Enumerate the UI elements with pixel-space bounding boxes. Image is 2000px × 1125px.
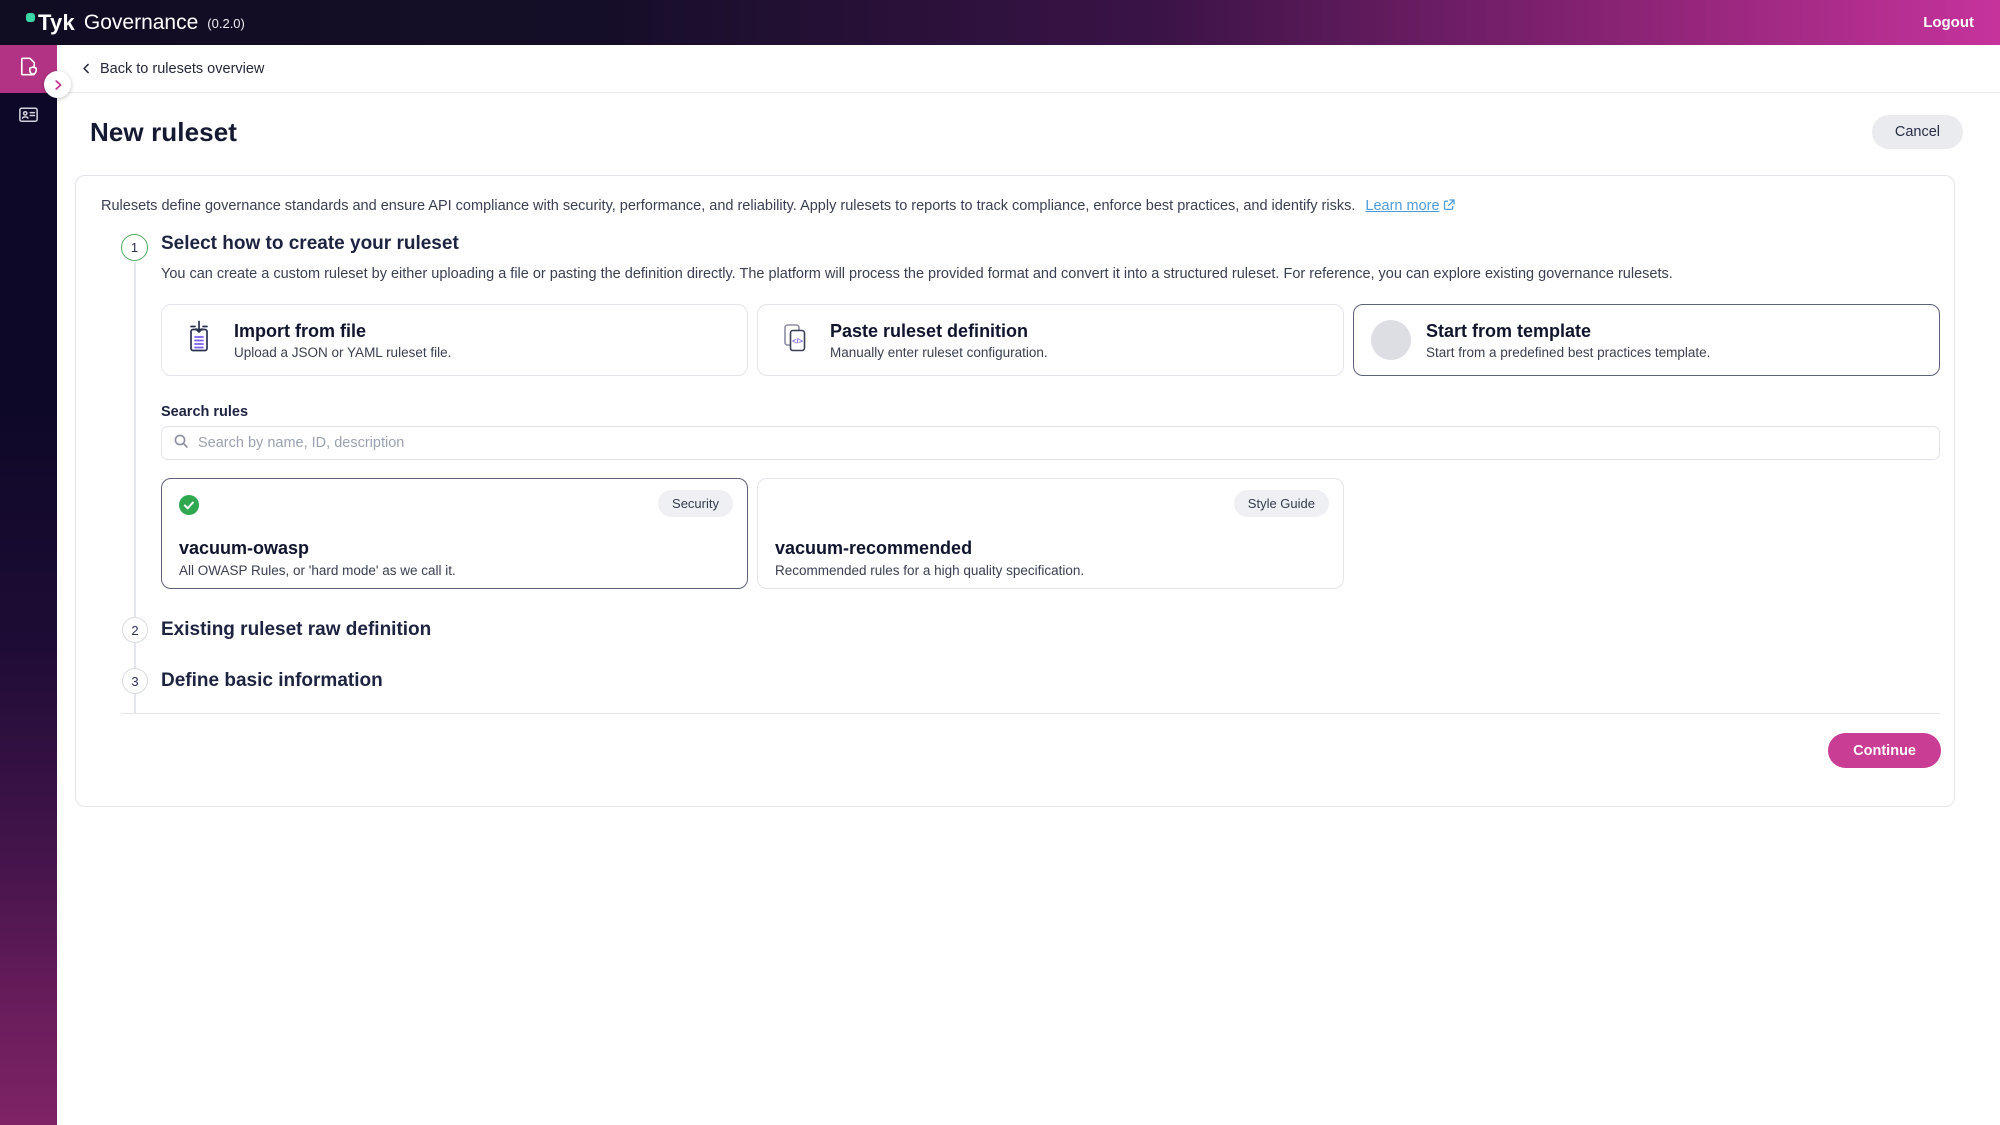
cancel-button[interactable]: Cancel bbox=[1872, 115, 1963, 149]
option-title: Import from file bbox=[234, 320, 451, 343]
main-content: Back to rulesets overview New ruleset Ca… bbox=[57, 45, 2000, 1125]
category-badge: Security bbox=[658, 490, 733, 517]
search-box bbox=[161, 426, 1940, 460]
intro-description: Rulesets define governance standards and… bbox=[101, 198, 1355, 214]
option-description: Manually enter ruleset configuration. bbox=[830, 345, 1048, 360]
continue-button[interactable]: Continue bbox=[1828, 733, 1941, 768]
id-card-icon bbox=[17, 103, 40, 131]
step-3-number: 3 bbox=[131, 674, 138, 689]
intro-text: Rulesets define governance standards and… bbox=[101, 198, 1455, 215]
code-document-icon: </> bbox=[775, 318, 815, 363]
back-to-rulesets-link[interactable]: Back to rulesets overview bbox=[80, 61, 264, 77]
step-3-title: Define basic information bbox=[161, 670, 383, 692]
option-title: Paste ruleset definition bbox=[830, 320, 1048, 343]
search-rules-label: Search rules bbox=[161, 404, 248, 420]
sidebar-expand-button[interactable] bbox=[44, 71, 71, 98]
category-badge: Style Guide bbox=[1234, 490, 1329, 517]
chevron-left-icon bbox=[80, 62, 93, 75]
check-circle-icon bbox=[178, 494, 200, 521]
logout-button[interactable]: Logout bbox=[1923, 14, 1974, 31]
page-header: New ruleset Cancel bbox=[57, 93, 2000, 149]
page-title: New ruleset bbox=[90, 117, 237, 148]
template-name: vacuum-recommended bbox=[775, 538, 972, 559]
top-bar: Tyk Governance (0.2.0) Logout bbox=[0, 0, 2000, 45]
template-description: All OWASP Rules, or 'hard mode' as we ca… bbox=[179, 563, 456, 578]
step-1-description: You can create a custom ruleset by eithe… bbox=[161, 266, 1673, 282]
step-2-indicator: 2 bbox=[122, 617, 148, 643]
option-import-from-file[interactable]: Import from file Upload a JSON or YAML r… bbox=[161, 304, 748, 376]
template-card-row: Security vacuum-owasp All OWASP Rules, o… bbox=[161, 478, 1940, 589]
search-icon bbox=[173, 433, 189, 454]
create-option-row: Import from file Upload a JSON or YAML r… bbox=[161, 304, 1940, 376]
document-shield-icon bbox=[17, 55, 40, 83]
step-1-number: 1 bbox=[131, 240, 138, 255]
back-link-label: Back to rulesets overview bbox=[100, 61, 264, 77]
step-2-title: Existing ruleset raw definition bbox=[161, 619, 431, 641]
template-name: vacuum-owasp bbox=[179, 538, 309, 559]
tyk-logo: Tyk Governance (0.2.0) bbox=[26, 10, 245, 36]
option-description: Start from a predefined best practices t… bbox=[1426, 345, 1710, 360]
template-circle-icon bbox=[1371, 320, 1411, 360]
step-3-indicator: 3 bbox=[122, 668, 148, 694]
svg-text:</>: </> bbox=[792, 336, 803, 345]
template-card-vacuum-owasp[interactable]: Security vacuum-owasp All OWASP Rules, o… bbox=[161, 478, 748, 589]
file-import-icon bbox=[179, 318, 219, 363]
step-1-title: Select how to create your ruleset bbox=[161, 233, 459, 255]
step-2-number: 2 bbox=[131, 623, 138, 638]
step-1-indicator: 1 bbox=[121, 234, 148, 261]
option-description: Upload a JSON or YAML ruleset file. bbox=[234, 345, 451, 360]
search-rules-input[interactable] bbox=[198, 435, 1928, 451]
brand-name: Tyk bbox=[38, 10, 75, 36]
new-ruleset-card: Rulesets define governance standards and… bbox=[75, 175, 1955, 807]
template-card-vacuum-recommended[interactable]: Style Guide vacuum-recommended Recommend… bbox=[757, 478, 1344, 589]
sidebar-item-reports[interactable] bbox=[0, 93, 57, 141]
tyk-logo-dot-icon bbox=[26, 13, 35, 22]
external-link-icon bbox=[1443, 199, 1455, 215]
back-bar: Back to rulesets overview bbox=[57, 45, 2000, 93]
version-label: (0.2.0) bbox=[207, 16, 245, 31]
step-connector-line bbox=[134, 262, 136, 713]
product-name: Governance bbox=[84, 11, 198, 35]
option-start-from-template[interactable]: Start from template Start from a predefi… bbox=[1353, 304, 1940, 376]
chevron-right-icon bbox=[51, 78, 65, 92]
template-description: Recommended rules for a high quality spe… bbox=[775, 563, 1084, 578]
learn-more-link[interactable]: Learn more bbox=[1365, 198, 1439, 214]
option-title: Start from template bbox=[1426, 320, 1710, 343]
option-paste-definition[interactable]: </> Paste ruleset definition Manually en… bbox=[757, 304, 1344, 376]
footer-divider bbox=[121, 713, 1940, 714]
sidebar bbox=[0, 45, 57, 1125]
